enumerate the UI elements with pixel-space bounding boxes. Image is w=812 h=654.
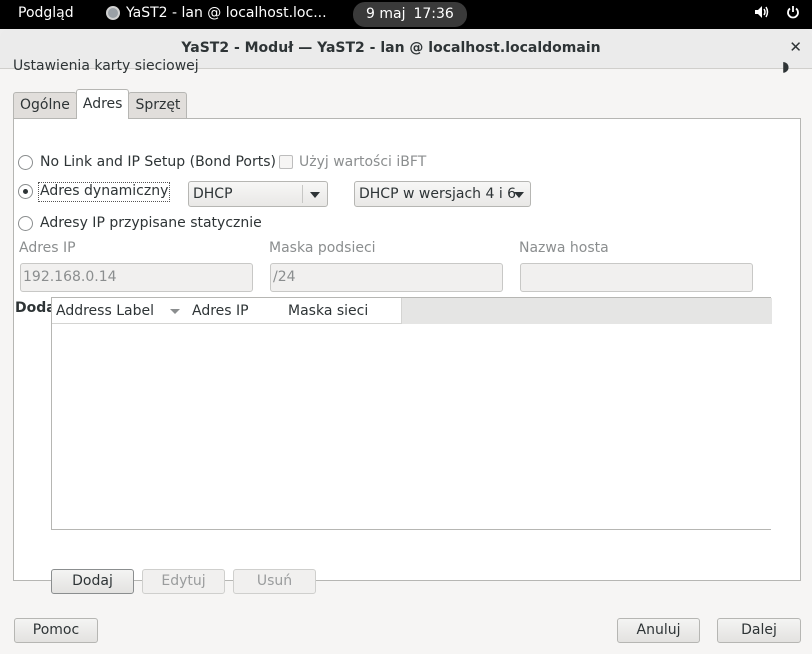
table-header: Address Label Adres IP Maska sieci	[52, 298, 772, 324]
tab-address[interactable]: Adres	[75, 89, 130, 119]
column-ip-address[interactable]: Adres IP	[188, 298, 285, 324]
theme-toggle-icon[interactable]: ◗	[782, 59, 789, 75]
radio-dynamic-label[interactable]: Adres dynamiczny	[38, 182, 171, 202]
radio-no-link-label[interactable]: No Link and IP Setup (Bond Ports)	[40, 154, 276, 170]
additional-addresses-table[interactable]: Address Label Adres IP Maska sieci	[51, 297, 772, 530]
window-title: YaST2 - Moduł — YaST2 - lan @ localhost.…	[181, 40, 601, 56]
edit-button[interactable]: Edytuj	[142, 569, 225, 594]
dhcp-version-value: DHCP w wersjach 4 i 6	[359, 186, 517, 202]
chevron-down-icon	[310, 192, 320, 198]
column-netmask[interactable]: Maska sieci	[284, 298, 402, 324]
radio-no-link[interactable]	[18, 155, 33, 170]
tab-general[interactable]: Ogólne	[13, 92, 77, 118]
add-button[interactable]: Dodaj	[51, 569, 134, 594]
dhcp-version-select[interactable]: DHCP w wersjach 4 i 6	[354, 181, 531, 207]
column-address-label[interactable]: Address Label	[52, 298, 189, 324]
power-icon	[787, 6, 799, 19]
top-bar: Podgląd YaST2 - lan @ localhost.loc... 9…	[0, 0, 812, 29]
dynamic-type-value: DHCP	[193, 186, 233, 202]
hostname-label: Nazwa hosta	[519, 240, 609, 256]
radio-static[interactable]	[18, 216, 33, 231]
address-panel: No Link and IP Setup (Bond Ports) Użyj w…	[13, 118, 801, 594]
yast-app-icon	[106, 6, 120, 20]
subnet-mask-field[interactable]: /24	[270, 263, 503, 292]
dynamic-type-select[interactable]: DHCP	[188, 181, 328, 207]
column-address-label-text: Address Label	[56, 303, 154, 319]
app-menu[interactable]: YaST2 - lan @ localhost.loc...	[106, 5, 327, 21]
help-button[interactable]: Pomoc	[14, 618, 98, 643]
clock[interactable]: 9 maj 17:36	[353, 2, 467, 27]
tab-hardware[interactable]: Sprzęt	[128, 92, 188, 118]
tab-bar: Ogólne Adres Sprzęt	[13, 89, 188, 119]
app-menu-title: YaST2 - lan @ localhost.loc...	[126, 5, 327, 21]
close-icon[interactable]: ✕	[789, 38, 802, 56]
system-tray[interactable]	[754, 5, 800, 19]
volume-icon	[755, 6, 769, 18]
dialog-title: Ustawienia karty sieciowej	[13, 58, 199, 74]
hostname-field[interactable]	[520, 263, 753, 292]
ip-address-label: Adres IP	[19, 240, 76, 256]
ibft-checkbox[interactable]	[279, 155, 293, 169]
radio-static-label[interactable]: Adresy IP przypisane statycznie	[40, 215, 262, 231]
clock-time: 17:36	[413, 6, 454, 22]
ibft-label: Użyj wartości iBFT	[299, 154, 427, 170]
next-button[interactable]: Dalej	[717, 618, 801, 643]
cancel-button[interactable]: Anuluj	[617, 618, 700, 643]
sort-arrow-icon	[170, 309, 180, 314]
clock-date: 9 maj	[366, 6, 406, 22]
radio-dynamic[interactable]	[18, 184, 33, 199]
delete-button[interactable]: Usuń	[233, 569, 316, 594]
subnet-mask-label: Maska podsieci	[269, 240, 376, 256]
ip-address-field[interactable]: 192.168.0.14	[20, 263, 253, 292]
activities-button[interactable]: Podgląd	[18, 5, 74, 21]
chevron-down-icon	[514, 192, 524, 198]
